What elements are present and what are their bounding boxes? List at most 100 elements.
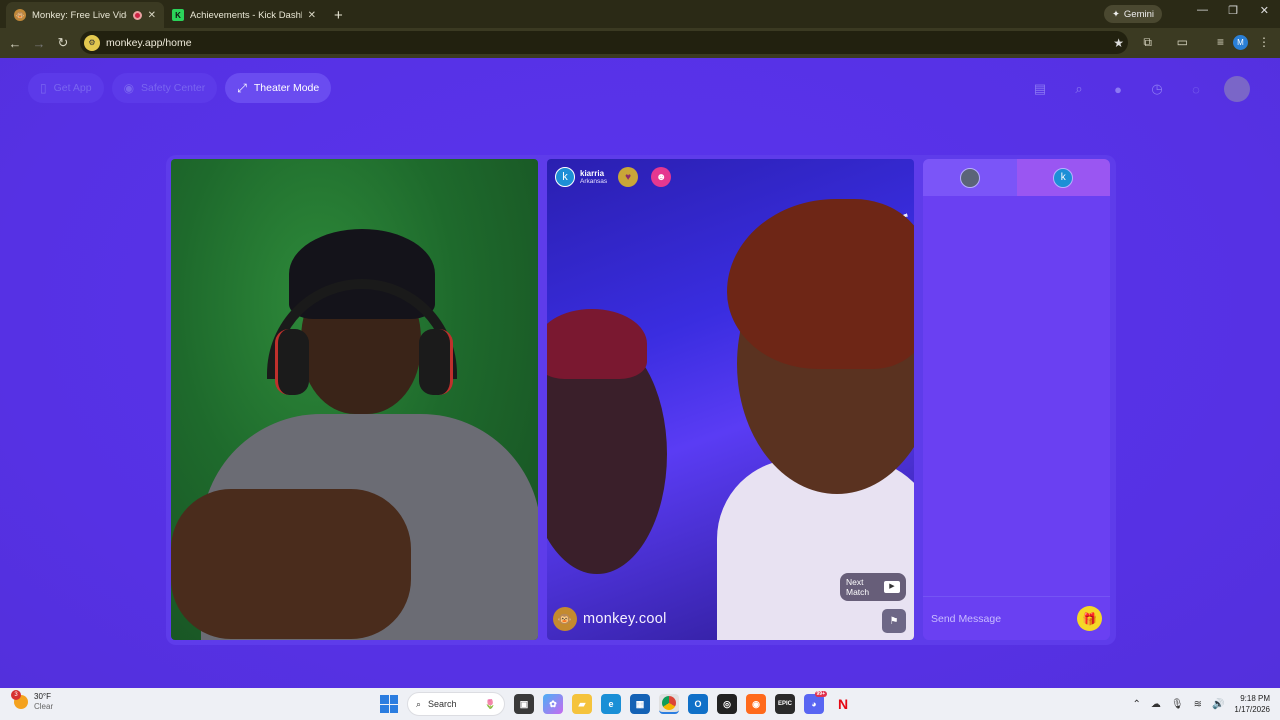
bookmark-star-icon[interactable]: ★ xyxy=(1113,36,1124,50)
close-window-icon[interactable]: ✕ xyxy=(1260,4,1269,17)
tab-monkey[interactable]: 🐵 Monkey: Free Live Video Ch ✕ xyxy=(6,2,164,28)
menu-kebab-icon[interactable]: ⋮ xyxy=(1258,35,1270,49)
minimize-icon[interactable]: — xyxy=(1197,4,1208,16)
chat-stage: k kiarria Arkansas ♥ ☻ Next Match ▶ 🐵 mo… xyxy=(166,155,1116,645)
reload-icon[interactable]: ↻ xyxy=(51,35,75,51)
heart-icon[interactable]: ♥ xyxy=(618,167,639,187)
chat-input-bar: 🎁 xyxy=(923,596,1110,640)
top-nav: ▯ Get App ◉ Safety Center ⤢ Theater Mode xyxy=(28,73,332,103)
firefox-icon[interactable]: ◉ xyxy=(746,694,766,714)
new-tab-button[interactable]: + xyxy=(324,2,353,28)
person-figure xyxy=(171,489,411,639)
search-icon: ⌕ xyxy=(416,698,422,709)
microphone-icon[interactable]: 🎙 xyxy=(1171,699,1184,710)
netflix-icon[interactable]: N xyxy=(833,694,853,714)
onedrive-icon[interactable]: ☁ xyxy=(1151,699,1161,710)
monkey-watermark: 🐵 monkey.cool xyxy=(553,607,667,631)
close-tab-icon[interactable]: ✕ xyxy=(308,10,316,21)
next-match-label: Next Match xyxy=(846,577,870,597)
gemini-button[interactable]: ✦ Gemini xyxy=(1103,5,1162,23)
taskbar-search-label: Search xyxy=(428,699,457,709)
next-match-button[interactable]: Next Match ▶ xyxy=(840,573,906,601)
chat-panel: k 🎁 xyxy=(923,159,1110,640)
tab-search-icon[interactable]: ≡ xyxy=(1217,35,1224,49)
partner-info-chip[interactable]: k kiarria Arkansas ♥ ☻ xyxy=(555,167,672,187)
header-icons: ▤ ⌕ ● ◷ ◌ xyxy=(1029,76,1250,102)
forward-icon[interactable]: → xyxy=(27,36,51,51)
search-icon[interactable]: ⌕ xyxy=(1068,78,1090,100)
back-icon[interactable]: ← xyxy=(3,36,27,51)
weather-badge: 3 xyxy=(11,690,21,700)
self-avatar xyxy=(959,167,980,188)
clock[interactable]: 9:18 PM 1/17/2026 xyxy=(1234,693,1270,715)
obs-icon[interactable]: ◎ xyxy=(717,694,737,714)
message-input[interactable] xyxy=(931,612,1077,625)
headphones-figure xyxy=(275,329,309,395)
taskbar-search[interactable]: ⌕ Search 🌷 xyxy=(407,692,505,716)
site-info-icon[interactable]: ⚙ xyxy=(84,34,100,51)
gift-icon[interactable]: 🎁 xyxy=(1077,606,1102,631)
store-icon[interactable]: ▤ xyxy=(1029,78,1051,100)
partner-location: Arkansas xyxy=(580,177,608,185)
report-button[interactable]: ⚑ xyxy=(882,609,906,633)
report-flag-icon: ⚑ xyxy=(889,615,899,627)
safety-center-button[interactable]: ◉ Safety Center xyxy=(111,73,218,103)
tulips-icon: 🌷 xyxy=(484,698,496,709)
discord-badge: 99+ xyxy=(814,691,827,697)
chevron-up-icon[interactable]: ⌃ xyxy=(1132,699,1140,710)
monkey-badge-icon[interactable]: ☻ xyxy=(651,167,672,187)
weather-widget[interactable]: 3 30°F Clear xyxy=(11,690,54,712)
file-explorer-icon[interactable]: ▰ xyxy=(572,694,592,714)
maximize-icon[interactable]: ❐ xyxy=(1228,4,1238,17)
tab-kick[interactable]: K Achievements - Kick Dashboard ✕ xyxy=(164,2,324,28)
omnibox[interactable]: ⚙ monkey.app/home ★ xyxy=(80,31,1128,54)
expand-icon: ⤢ xyxy=(237,80,247,95)
messages-icon[interactable]: ◌ xyxy=(1185,78,1207,100)
chat-tabs: k xyxy=(923,159,1110,196)
person-figure xyxy=(727,199,914,369)
tab-partner[interactable]: k xyxy=(1016,159,1110,196)
taskbar: 3 30°F Clear ⌕ Search 🌷 ▣ ✿ ▰ e ▦ O ◎ ◉ … xyxy=(0,688,1280,720)
user-avatar[interactable] xyxy=(1224,76,1250,102)
browser-tab-bar: 🐵 Monkey: Free Live Video Ch ✕ K Achieve… xyxy=(0,0,1280,28)
task-view-icon[interactable]: ▣ xyxy=(514,694,534,714)
partner-username: kiarria xyxy=(580,168,605,178)
get-app-label: Get App xyxy=(53,82,92,94)
shield-icon: ◉ xyxy=(123,81,135,95)
play-icon: ▶ xyxy=(884,581,900,593)
url-text: monkey.app/home xyxy=(106,36,192,49)
copilot-icon[interactable]: ✿ xyxy=(543,694,563,714)
chrome-icon[interactable] xyxy=(659,694,679,714)
self-video xyxy=(171,159,538,640)
person-figure xyxy=(547,309,647,379)
edge-icon[interactable]: e xyxy=(601,694,621,714)
volume-icon[interactable]: 🔊 xyxy=(1212,699,1224,710)
partner-avatar: k xyxy=(1053,167,1074,188)
watermark-text: monkey.cool xyxy=(583,611,667,627)
get-app-button[interactable]: ▯ Get App xyxy=(28,73,104,103)
friends-icon[interactable]: ● xyxy=(1107,78,1129,100)
safety-center-label: Safety Center xyxy=(141,82,206,94)
monkey-page: ▯ Get App ◉ Safety Center ⤢ Theater Mode… xyxy=(0,58,1280,688)
tab-title: Achievements - Kick Dashboard xyxy=(190,9,302,21)
weather-desc: Clear xyxy=(34,702,54,711)
theater-mode-label: Theater Mode xyxy=(253,82,320,94)
tab-self[interactable] xyxy=(923,159,1017,196)
history-icon[interactable]: ◷ xyxy=(1146,78,1168,100)
close-tab-icon[interactable]: ✕ xyxy=(148,10,156,21)
windows-start-icon[interactable] xyxy=(380,695,398,713)
store-icon[interactable]: ▦ xyxy=(630,694,650,714)
wifi-icon[interactable]: ≋ xyxy=(1194,699,1202,710)
partner-avatar: k xyxy=(555,167,575,187)
profile-avatar[interactable]: M xyxy=(1233,35,1248,50)
theater-mode-button[interactable]: ⤢ Theater Mode xyxy=(225,73,332,103)
discord-icon[interactable]: ◕ 99+ xyxy=(804,691,827,714)
partner-video: k kiarria Arkansas ♥ ☻ Next Match ▶ 🐵 mo… xyxy=(547,159,914,640)
epic-games-icon[interactable]: EPIC xyxy=(775,694,795,714)
gemini-star-icon: ✦ xyxy=(1111,8,1120,20)
system-tray: ⌃ ☁ 🎙 ≋ 🔊 9:18 PM 1/17/2026 xyxy=(1132,693,1270,715)
phone-icon: ▯ xyxy=(40,81,47,95)
extensions-icon[interactable]: ⧉ xyxy=(1143,35,1152,50)
outlook-icon[interactable]: O xyxy=(688,694,708,714)
cast-icon[interactable]: ▭ xyxy=(1177,35,1188,49)
